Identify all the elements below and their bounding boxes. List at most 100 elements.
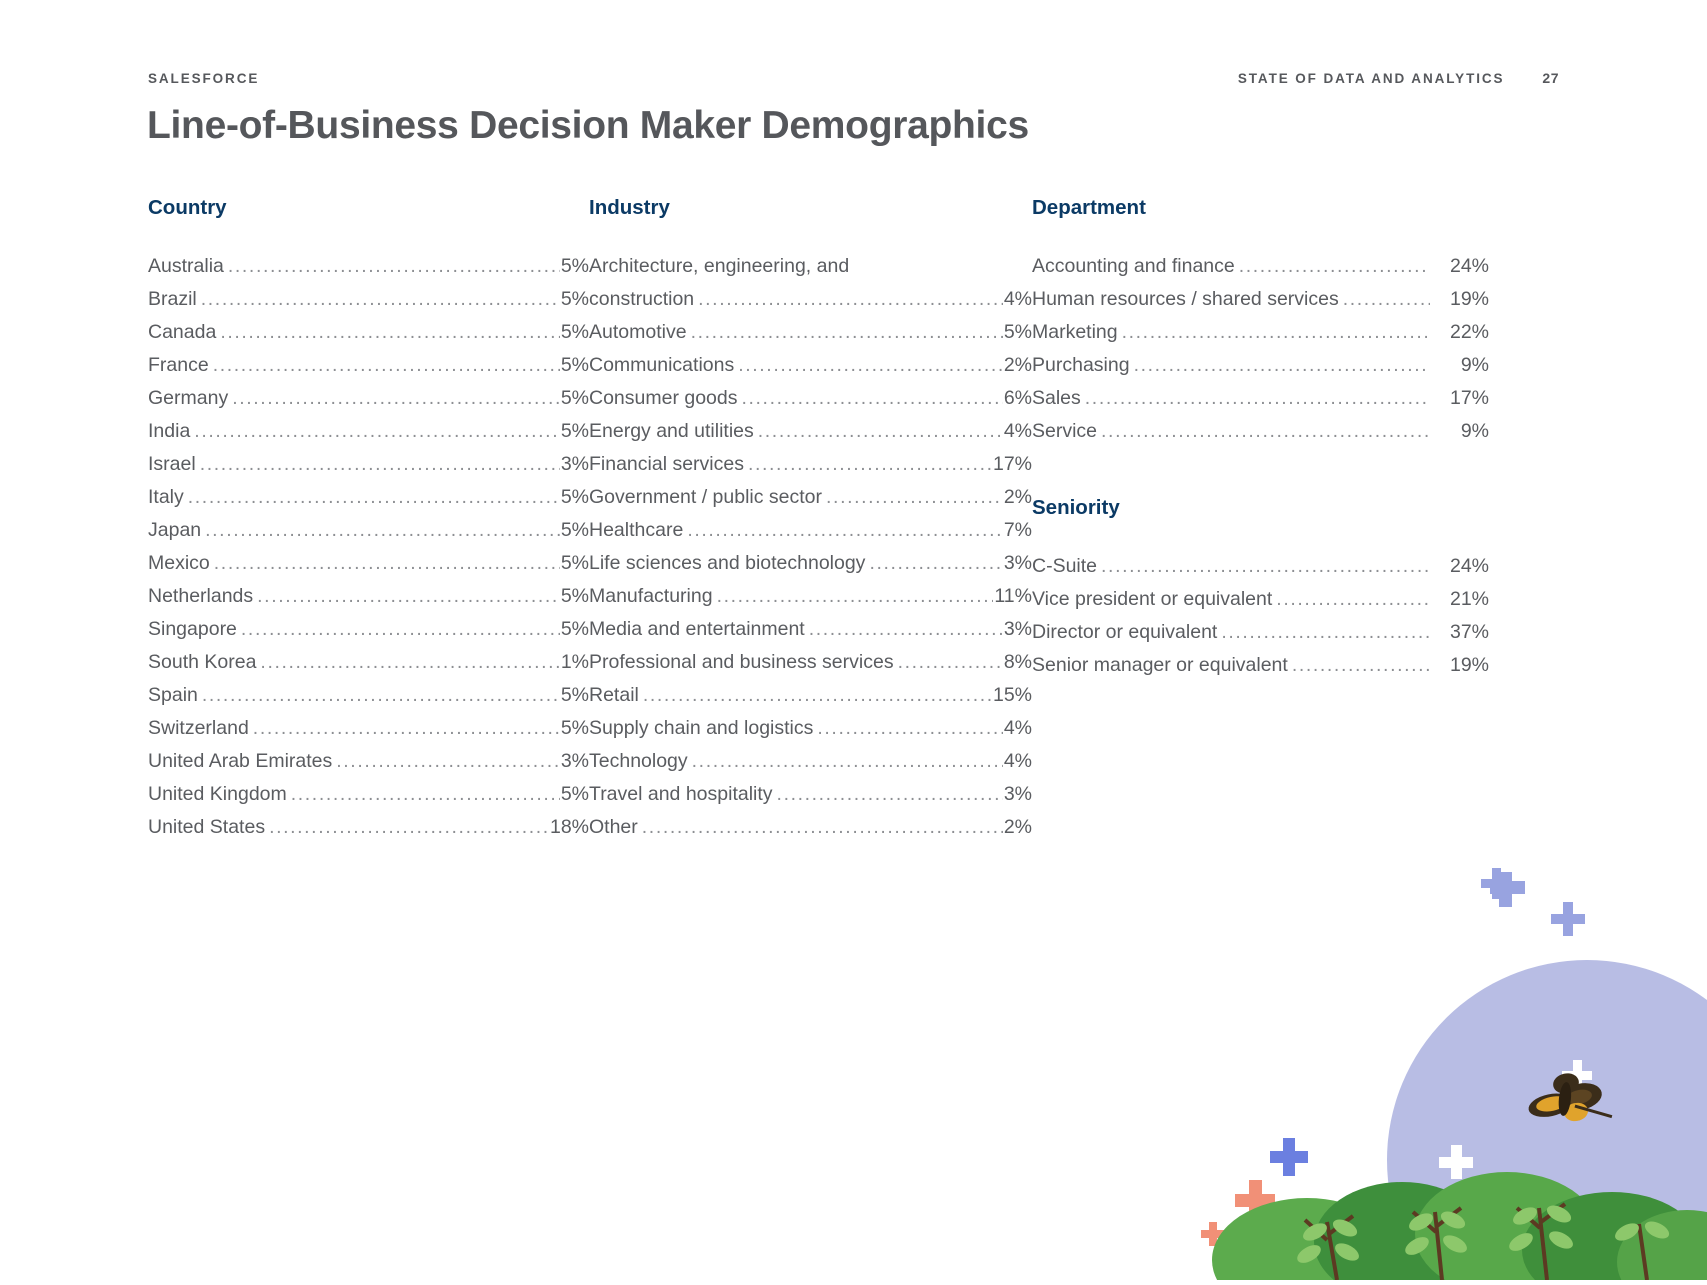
country-value: 5% — [560, 321, 589, 343]
brand-label: SALESFORCE — [148, 71, 260, 86]
industry-row: Manufacturing...........................… — [589, 580, 1032, 613]
industry-row: Government / public sector..............… — [589, 481, 1032, 514]
country-value: 5% — [560, 486, 589, 508]
country-label: Israel — [148, 453, 196, 475]
country-label: Japan — [148, 519, 202, 541]
industry-label: Life sciences and biotechnology — [589, 552, 866, 574]
dot-leader: ........................................… — [1084, 387, 1430, 409]
dot-leader: ........................................… — [817, 717, 1002, 739]
country-label: United States — [148, 816, 266, 838]
industry-value: 7% — [1003, 519, 1032, 541]
industry-row: Travel and hospitality..................… — [589, 778, 1032, 811]
seniority-value: 19% — [1449, 654, 1489, 676]
country-label: Mexico — [148, 552, 210, 574]
dot-leader: ........................................… — [776, 783, 1003, 805]
dot-leader: ........................................… — [336, 750, 560, 772]
dot-leader: ........................................… — [1121, 321, 1430, 343]
country-label: Netherlands — [148, 585, 254, 607]
seniority-row: C-Suite.................................… — [1032, 550, 1489, 583]
industry-row: Consumer goods..........................… — [589, 382, 1032, 415]
industry-value: 5% — [1003, 321, 1032, 343]
country-value: 3% — [560, 453, 589, 475]
country-row: Mexico..................................… — [148, 547, 589, 580]
seniority-value: 21% — [1449, 588, 1489, 610]
dot-leader: ........................................… — [257, 585, 560, 607]
dot-leader: ........................................… — [1291, 654, 1430, 676]
dot-leader: ........................................… — [290, 783, 560, 805]
industry-label: Consumer goods — [589, 387, 738, 409]
page-number: 27 — [1542, 70, 1559, 86]
industry-value: 4% — [1003, 750, 1032, 772]
section-heading-seniority: Seniority — [1032, 496, 1120, 519]
industry-value: 8% — [1003, 651, 1032, 673]
industry-row: construction............................… — [589, 283, 1032, 316]
country-label: Australia — [148, 255, 224, 277]
country-row: United Arab Emirates....................… — [148, 745, 589, 778]
industry-value: 3% — [1003, 552, 1032, 574]
department-label: Human resources / shared services — [1032, 288, 1339, 310]
dot-leader: ........................................… — [187, 486, 560, 508]
leaf-cluster — [1297, 1205, 1670, 1263]
nature-illustration — [1187, 860, 1707, 1285]
country-row: Switzerland.............................… — [148, 712, 589, 745]
industry-wrapped-first-line: Architecture, engineering, and — [589, 255, 850, 277]
dot-leader: ........................................… — [687, 519, 1003, 541]
industry-row: Financial services......................… — [589, 448, 1032, 481]
dot-leader: ........................................… — [213, 552, 560, 574]
dot-leader: ........................................… — [1238, 255, 1430, 277]
department-value: 9% — [1460, 354, 1489, 376]
industry-value: 2% — [1003, 486, 1032, 508]
country-value: 5% — [560, 255, 589, 277]
butterfly-shape — [1528, 1073, 1613, 1122]
dot-leader: ........................................… — [252, 717, 560, 739]
country-list: Australia...............................… — [148, 250, 589, 844]
industry-row: Energy and utilities....................… — [589, 415, 1032, 448]
industry-row: Communications..........................… — [589, 349, 1032, 382]
column-industry: Industry Architecture, engineering, and … — [589, 196, 1032, 844]
industry-label: Automotive — [589, 321, 687, 343]
industry-label: construction — [589, 288, 695, 310]
country-row: Singapore...............................… — [148, 613, 589, 646]
industry-row: Professional and business services......… — [589, 646, 1032, 679]
country-label: Brazil — [148, 288, 197, 310]
country-label: Switzerland — [148, 717, 249, 739]
dot-leader: ........................................… — [201, 684, 560, 706]
country-value: 5% — [560, 684, 589, 706]
dot-leader: ........................................… — [212, 354, 560, 376]
dot-leader: ........................................… — [1276, 588, 1430, 610]
dot-leader: ........................................… — [1101, 420, 1430, 442]
section-heading-department: Department — [1032, 196, 1146, 219]
country-row: Brazil..................................… — [148, 283, 589, 316]
dot-leader: ........................................… — [1342, 288, 1430, 310]
department-label: Purchasing — [1032, 354, 1130, 376]
industry-label: Energy and utilities — [589, 420, 754, 442]
country-value: 5% — [560, 288, 589, 310]
industry-value: 4% — [1003, 420, 1032, 442]
dot-leader: ........................................… — [641, 816, 1003, 838]
department-label: Service — [1032, 420, 1098, 442]
dot-leader: ........................................… — [240, 618, 560, 640]
section-heading-country: Country — [148, 196, 227, 219]
industry-value: 15% — [992, 684, 1032, 706]
country-row: Italy...................................… — [148, 481, 589, 514]
country-row: France..................................… — [148, 349, 589, 382]
country-label: South Korea — [148, 651, 257, 673]
industry-value: 4% — [1003, 288, 1032, 310]
country-label: Singapore — [148, 618, 237, 640]
seniority-label: Director or equivalent — [1032, 621, 1218, 643]
industry-value: 11% — [994, 585, 1032, 607]
country-value: 18% — [549, 816, 589, 838]
dot-leader: ........................................… — [691, 750, 1003, 772]
industry-label: Supply chain and logistics — [589, 717, 814, 739]
column-country: Country Australia.......................… — [148, 196, 589, 844]
dot-leader: ........................................… — [698, 288, 1003, 310]
industry-row: Technology..............................… — [589, 745, 1032, 778]
country-value: 5% — [560, 618, 589, 640]
seniority-row: Director or equivalent..................… — [1032, 616, 1489, 649]
department-label: Accounting and finance — [1032, 255, 1235, 277]
country-value: 5% — [560, 354, 589, 376]
country-row: Japan...................................… — [148, 514, 589, 547]
dot-leader: ........................................… — [200, 288, 560, 310]
seniority-label: C-Suite — [1032, 555, 1098, 577]
department-value: 24% — [1449, 255, 1489, 277]
